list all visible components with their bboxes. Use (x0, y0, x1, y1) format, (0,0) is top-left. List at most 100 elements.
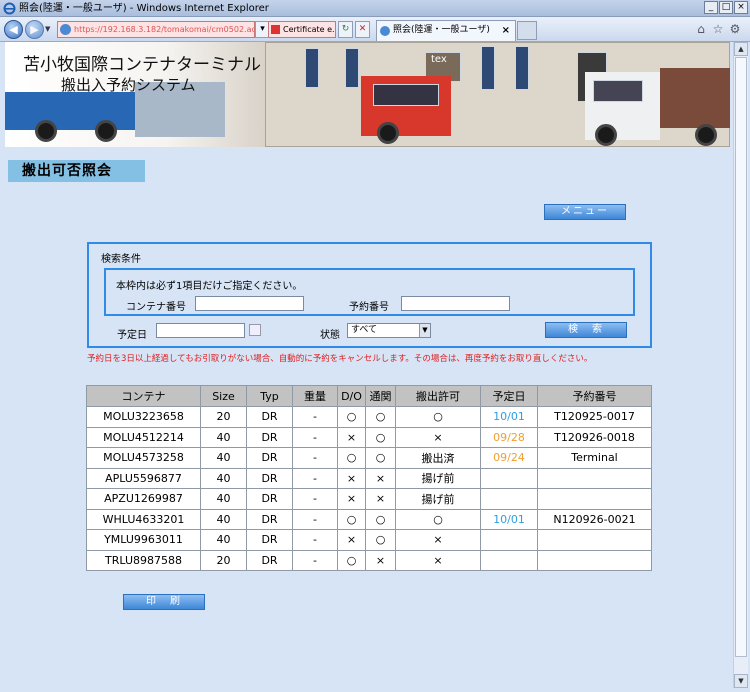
cell-customs: × (365, 488, 396, 510)
cell-reservation-number (537, 529, 652, 551)
cell-release-permit: 揚げ前 (395, 488, 481, 510)
cell-scheduled-date (480, 467, 538, 489)
cell-customs: ○ (365, 529, 396, 551)
tab-close-icon[interactable]: × (502, 21, 510, 40)
cell-scheduled-date: 10/01 (480, 508, 538, 530)
col-header-weight: 重量 (292, 385, 338, 407)
cell-size: 40 (200, 529, 247, 551)
cell-release-permit: 搬出済 (395, 447, 481, 469)
reservation-number-input[interactable] (401, 296, 510, 311)
table-row: WHLU4633201 40 DR - ○ ○ ○ 10/01 N120926-0021 (86, 508, 652, 530)
history-dropdown-icon[interactable]: ▼ (45, 25, 50, 33)
cell-customs: ○ (365, 447, 396, 469)
sign-text: tex (431, 54, 447, 65)
cell-customs: ○ (365, 426, 396, 448)
cell-size: 20 (200, 406, 247, 428)
table-row: MOLU4512214 40 DR - × ○ × 09/28 T120926-0018 (86, 426, 652, 448)
cell-weight: - (292, 447, 338, 469)
cell-scheduled-date: 10/01 (480, 406, 538, 428)
close-window-button[interactable]: × (734, 1, 748, 14)
gear-icon[interactable]: ⚙ (728, 22, 742, 36)
refresh-icon[interactable]: ↻ (338, 21, 353, 38)
browser-toolbar: ◀ ▶ ▼ https://192.168.3.182/tomakomai/cm… (0, 17, 750, 42)
col-header-do: D/O (337, 385, 366, 407)
cell-type: DR (246, 488, 293, 510)
cell-size: 20 (200, 549, 247, 571)
cell-release-permit: 揚げ前 (395, 467, 481, 489)
cell-type: DR (246, 508, 293, 530)
cell-type: DR (246, 406, 293, 428)
tab-title: 照会(陸運・一般ユーザ) (393, 25, 490, 35)
cell-reservation-number: T120925-0017 (537, 406, 652, 428)
cell-reservation-number (537, 549, 652, 571)
cell-do: × (337, 488, 366, 510)
cell-release-permit: × (395, 529, 481, 551)
cell-customs: × (365, 549, 396, 571)
col-header-customs: 通関 (365, 385, 396, 407)
address-bar[interactable]: https://192.168.3.182/tomakomai/cm0502.a… (57, 21, 255, 38)
col-header-reservation-number: 予約番号 (537, 385, 652, 407)
favorites-star-icon[interactable]: ☆ (711, 22, 725, 36)
table-row: MOLU4573258 40 DR - ○ ○ 搬出済 09/24 Terminal (86, 447, 652, 469)
results-table: コンテナ Size Typ 重量 D/O 通関 搬出許可 予定日 予約番号 MO… (86, 385, 652, 571)
cell-container: APZU1269987 (86, 488, 201, 510)
building-window (481, 46, 495, 90)
scroll-thumb[interactable] (735, 57, 747, 657)
address-text: https://192.168.3.182/tomakomai/cm0502.a… (74, 25, 255, 34)
calendar-icon[interactable] (249, 324, 261, 336)
new-tab-button[interactable] (517, 21, 537, 40)
menu-button[interactable]: メニュー (544, 204, 626, 220)
cell-scheduled-date (480, 529, 538, 551)
table-header-row: コンテナ Size Typ 重量 D/O 通関 搬出許可 予定日 予約番号 (86, 385, 652, 407)
table-row: TRLU8987588 20 DR - ○ × × (86, 549, 652, 571)
container-number-input[interactable] (195, 296, 304, 311)
truck-windshield (373, 84, 439, 106)
scroll-up-icon[interactable]: ▲ (734, 42, 748, 56)
print-button[interactable]: 印 刷 (123, 594, 205, 610)
status-select[interactable]: すべて ▼ (347, 323, 431, 338)
cell-container: MOLU4512214 (86, 426, 201, 448)
col-header-container: コンテナ (86, 385, 201, 407)
forward-arrow-icon[interactable]: ▶ (25, 20, 44, 39)
cell-container: TRLU8987588 (86, 549, 201, 571)
vertical-scrollbar[interactable]: ▲ ▼ (733, 42, 748, 688)
home-icon[interactable]: ⌂ (694, 22, 708, 36)
cell-type: DR (246, 426, 293, 448)
scroll-down-icon[interactable]: ▼ (734, 674, 748, 688)
cell-release-permit: × (395, 549, 481, 571)
cancellation-warning: 予約日を3日以上経過してもお引取りがない場合、自動的に予約をキャンセルします。そ… (87, 354, 593, 364)
search-button[interactable]: 検 索 (545, 322, 627, 338)
tire-graphic (95, 120, 117, 142)
certificate-error-button[interactable]: Certificate e... (268, 21, 336, 38)
page-title: 搬出可否照会 (8, 160, 145, 182)
cell-size: 40 (200, 467, 247, 489)
cell-do: × (337, 467, 366, 489)
cell-scheduled-date: 09/24 (480, 447, 538, 469)
cell-size: 40 (200, 508, 247, 530)
cell-weight: - (292, 508, 338, 530)
cell-container: MOLU4573258 (86, 447, 201, 469)
cell-reservation-number (537, 488, 652, 510)
cell-scheduled-date (480, 549, 538, 571)
cell-type: DR (246, 467, 293, 489)
scheduled-date-input[interactable] (156, 323, 245, 338)
container-graphic (660, 68, 730, 128)
cell-container: WHLU4633201 (86, 508, 201, 530)
minimize-button[interactable]: _ (704, 1, 718, 14)
cell-container: APLU5596877 (86, 467, 201, 489)
cell-weight: - (292, 549, 338, 571)
maximize-button[interactable]: □ (719, 1, 733, 14)
cell-reservation-number: T120926-0018 (537, 426, 652, 448)
stop-icon[interactable]: ✕ (355, 21, 370, 38)
cell-type: DR (246, 529, 293, 551)
cell-weight: - (292, 467, 338, 489)
certificate-label: Certificate e... (283, 25, 336, 34)
cell-customs: ○ (365, 406, 396, 428)
tab-current[interactable]: 照会(陸運・一般ユーザ) × (376, 20, 516, 41)
building-window (515, 46, 529, 90)
header-banner: tex 苫小牧国際コンテナターミナル 搬出入予約システム (5, 42, 730, 147)
back-arrow-icon[interactable]: ◀ (4, 20, 23, 39)
page-icon (60, 24, 71, 35)
search-conditions-panel: 検索条件 本枠内は必ず1項目だけご指定ください。 コンテナ番号 予約番号 予定日… (87, 242, 652, 348)
cell-size: 40 (200, 488, 247, 510)
